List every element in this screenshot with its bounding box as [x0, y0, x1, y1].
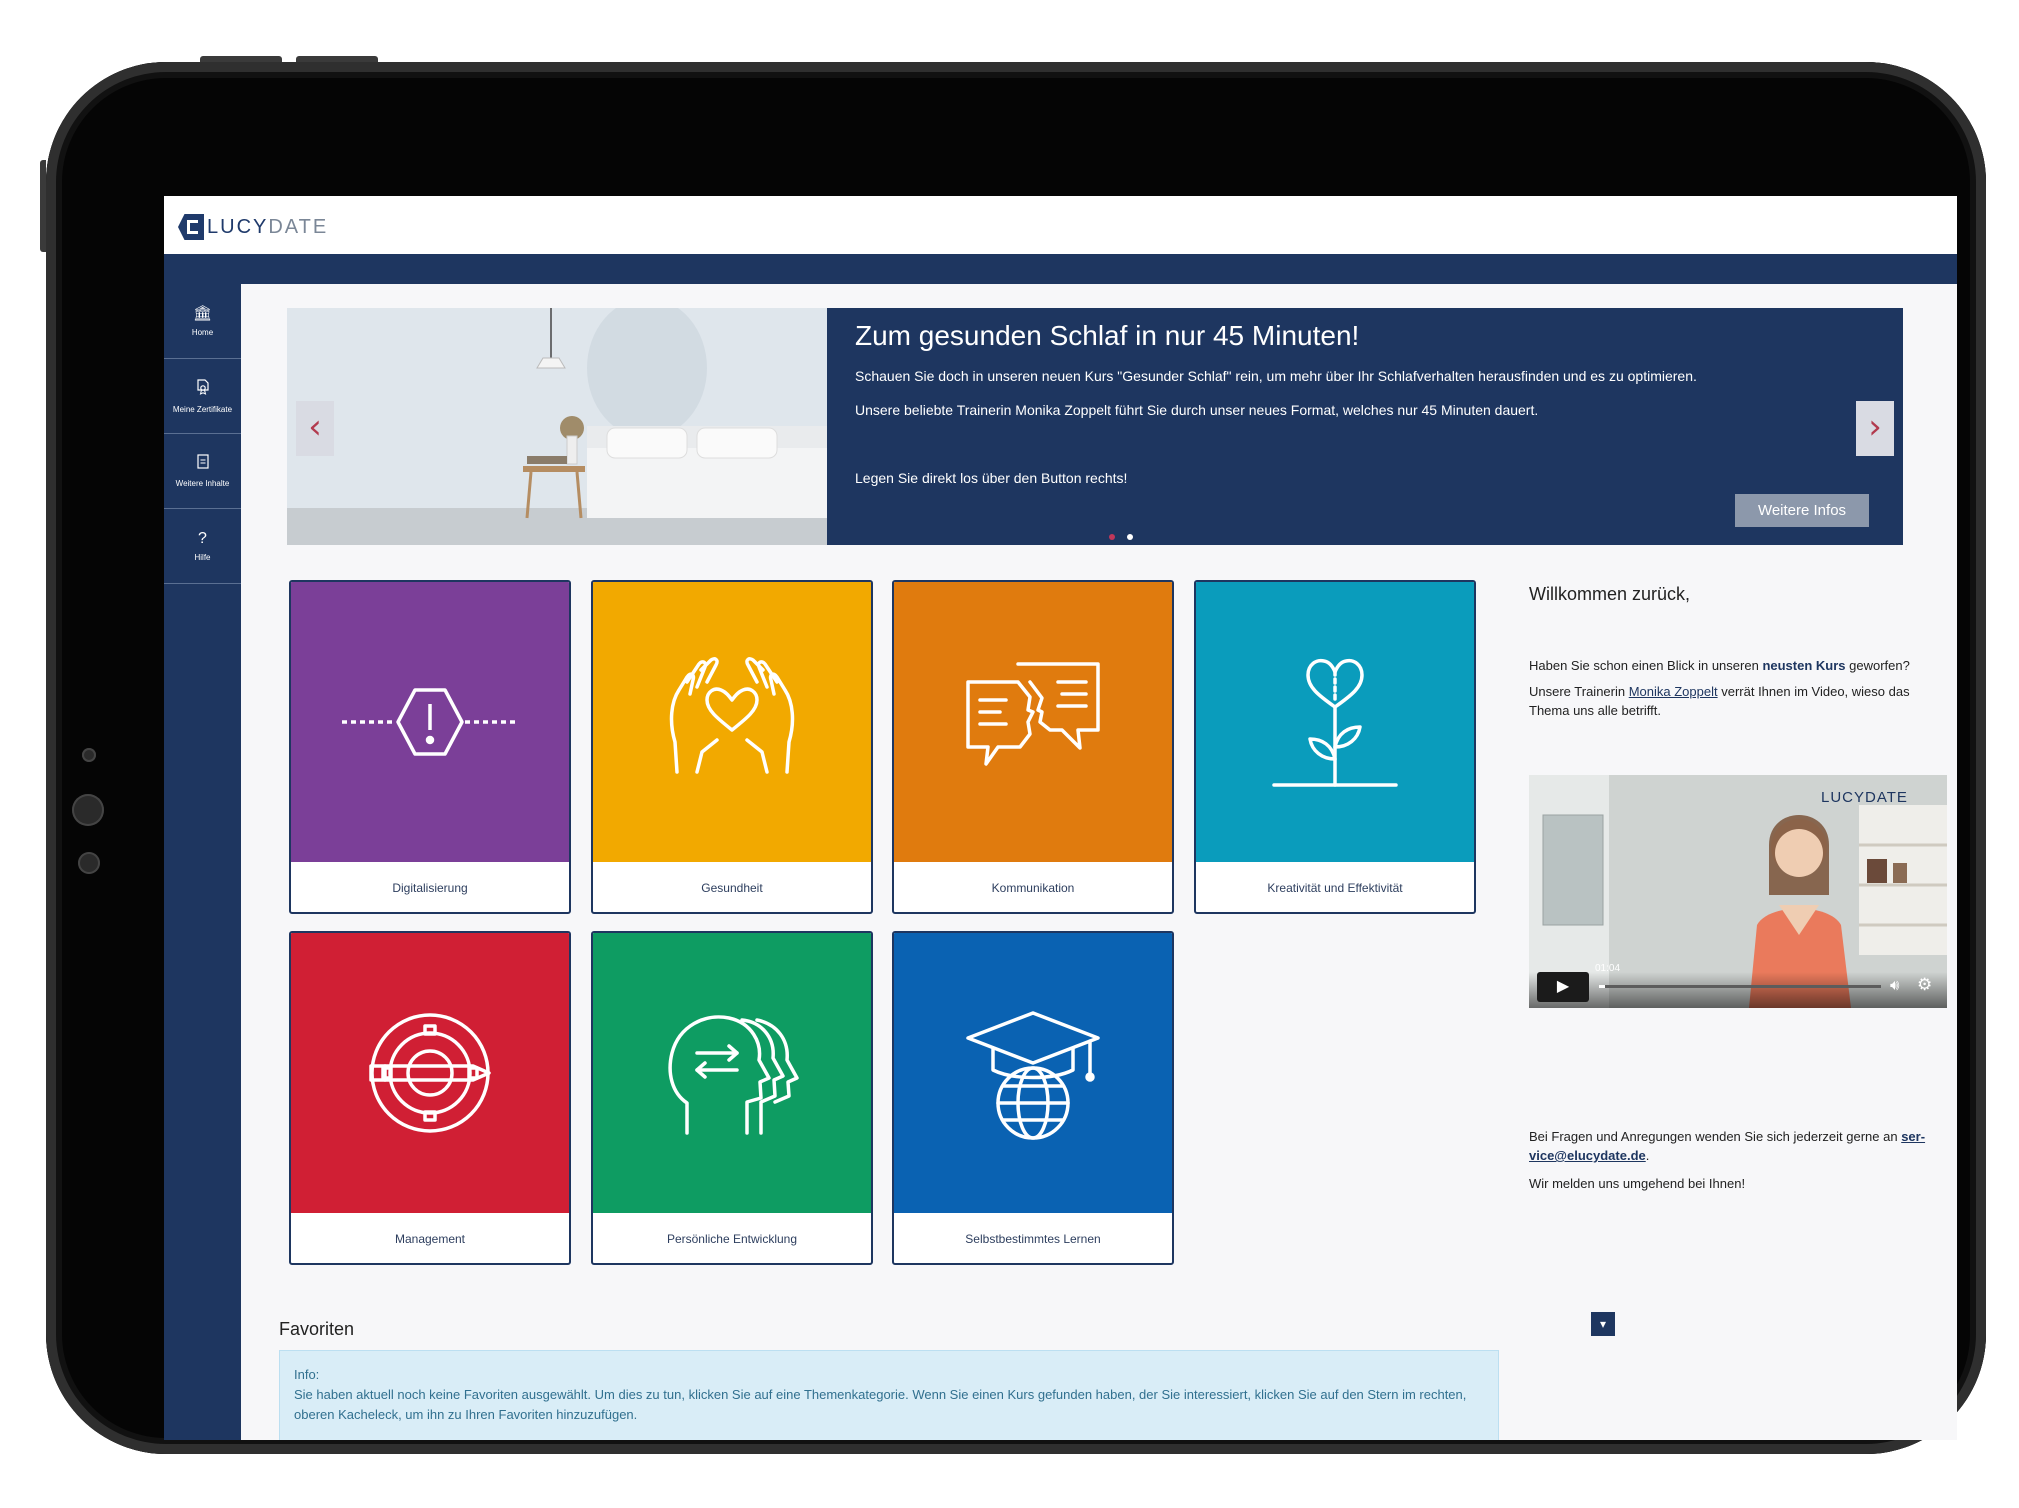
newest-course-highlight: neusten Kurs	[1762, 658, 1846, 673]
camera-icon	[82, 748, 96, 762]
category-tile-digitalisierung[interactable]: Digitalisierung	[289, 580, 571, 914]
info-text: Sie haben aktuell noch keine Favoriten a…	[294, 1387, 1467, 1422]
tile-art	[1196, 582, 1474, 862]
sidebar-item-more-content[interactable]: Weitere Inhalte	[164, 434, 241, 509]
tile-art	[291, 582, 569, 862]
speech-faces-icon	[966, 662, 1100, 766]
carousel-prev-button[interactable]: ‹	[296, 401, 334, 456]
video-watermark: LUCYDATE	[1821, 789, 1908, 806]
heart-plant-icon	[1272, 658, 1398, 787]
sidebar-item-label: Hilfe	[194, 552, 211, 562]
top-bar: LUCYDATE	[164, 196, 1957, 255]
video-progress-track[interactable]	[1599, 985, 1881, 988]
welcome-text-1: Haben Sie schon einen Blick in unseren n…	[1529, 658, 1910, 673]
power-button	[296, 56, 378, 62]
logo-e-icon	[178, 214, 204, 240]
tile-art	[894, 933, 1172, 1213]
video-time: 01:04	[1595, 963, 1621, 974]
hexagon-alert-icon	[342, 688, 518, 756]
logo-main-text: LUCY	[207, 215, 269, 238]
sidebar-item-home[interactable]: 🏛︎ Home	[164, 284, 241, 359]
category-tile-gesundheit[interactable]: Gesundheit	[591, 580, 873, 914]
carousel-dot-2[interactable]	[1127, 534, 1133, 540]
sidebar-item-label: Weitere Inhalte	[175, 479, 230, 488]
category-tile-management[interactable]: Management	[289, 931, 571, 1265]
logo-sub-text: DATE	[268, 215, 329, 238]
welcome-heading: Willkommen zurück,	[1529, 584, 1691, 604]
tile-art	[593, 582, 871, 862]
welcome-text-2: Unsere Trainerin Monika Zoppelt verrät I…	[1529, 684, 1910, 718]
tile-label: Kreativität und Effektivität	[1267, 881, 1403, 895]
sidebar-item-label: Meine Zertifikate	[172, 404, 233, 414]
sensor	[78, 852, 100, 874]
graduation-globe-icon	[966, 1011, 1100, 1140]
brand-logo[interactable]: LUCYDATE	[178, 214, 328, 240]
side-button	[40, 160, 46, 252]
favorites-collapse-button[interactable]: ▾	[1591, 1312, 1615, 1336]
hands-heart-icon	[669, 657, 795, 774]
tile-art	[593, 933, 871, 1213]
video-progress-fill	[1599, 985, 1605, 988]
settings-gear-icon[interactable]: ⚙	[1917, 975, 1932, 995]
hero-text-1: Schauen Sie doch in unseren neuen Kurs "…	[855, 368, 1697, 384]
certificate-icon	[196, 378, 210, 399]
bedroom-image	[287, 308, 827, 545]
category-tile-selbstbestimmtes-lernen[interactable]: Selbstbestimmtes Lernen	[892, 931, 1174, 1265]
volume-icon[interactable]: 🔊︎	[1890, 977, 1899, 994]
tablet-frame: LUCYDATE 🏛︎ Home Meine Zertifikate Weite…	[40, 56, 1986, 1454]
heads-arrows-icon	[668, 1015, 799, 1135]
tile-label: Management	[394, 1232, 466, 1246]
tile-label: Kommunikation	[991, 881, 1075, 895]
favorites-title: Favoriten	[279, 1319, 355, 1339]
hero-text-3: Legen Sie direkt los über den Button rec…	[855, 470, 1128, 486]
question-icon: ?	[198, 529, 207, 547]
tile-label: Gesundheit	[701, 881, 763, 895]
tile-label: Selbstbestimmtes Lernen	[965, 1232, 1101, 1246]
carousel-next-button[interactable]: ›	[1856, 401, 1894, 456]
nav-strip	[164, 254, 1957, 284]
home-sensor	[72, 794, 104, 826]
more-info-button[interactable]: Weitere Infos	[1735, 494, 1869, 527]
favorites-info-box: Info: Sie haben aktuell noch keine Favor…	[279, 1350, 1499, 1440]
category-tile-persoenliche-entwicklung[interactable]: Persönliche Entwicklung	[591, 931, 873, 1265]
sidebar: 🏛︎ Home Meine Zertifikate Weitere Inhalt…	[164, 284, 241, 1440]
hero-text-2: Unsere beliebte Trainerin Monika Zoppelt…	[855, 402, 1539, 418]
category-tile-kreativitaet[interactable]: Kreativität und Effektivität	[1194, 580, 1476, 914]
tile-art	[894, 582, 1172, 862]
video-player[interactable]: LUCYDATE ▶ 01:04 🔊︎ ⚙	[1529, 775, 1947, 1008]
sidebar-item-certificates[interactable]: Meine Zertifikate	[164, 359, 241, 434]
tile-label: Digitalisierung	[392, 881, 468, 895]
volume-button	[200, 56, 282, 62]
bank-icon: 🏛︎	[192, 304, 213, 322]
tile-label: Persönliche Entwicklung	[666, 1232, 798, 1246]
contact-text-2: Wir melden uns umgehend bei Ihnen!	[1529, 1176, 1746, 1191]
app-screen: LUCYDATE 🏛︎ Home Meine Zertifikate Weite…	[164, 196, 1957, 1440]
category-tile-kommunikation[interactable]: Kommunikation	[892, 580, 1174, 914]
chevron-down-icon: ▾	[1599, 1317, 1607, 1331]
hero-carousel: ‹ › Zum gesunden Schlaf in nur 45 Minute…	[287, 308, 1903, 545]
tile-art	[291, 933, 569, 1213]
hero-title: Zum gesunden Schlaf in nur 45 Minuten!	[855, 320, 1360, 351]
info-title: Info:	[294, 1367, 320, 1382]
document-icon	[196, 454, 209, 473]
video-controls	[1529, 972, 1947, 1008]
main-content: ‹ › Zum gesunden Schlaf in nur 45 Minute…	[241, 284, 1957, 1440]
carousel-dot-1[interactable]	[1109, 534, 1115, 540]
play-button[interactable]: ▶	[1537, 972, 1589, 1002]
gear-pencil-icon	[369, 1013, 491, 1133]
trainer-link[interactable]: Monika Zoppelt	[1629, 684, 1718, 699]
contact-text: Bei Fragen und Anregungen wenden Sie sic…	[1529, 1129, 1926, 1163]
sidebar-item-label: Home	[191, 327, 214, 337]
sidebar-item-help[interactable]: ? Hilfe	[164, 509, 241, 584]
